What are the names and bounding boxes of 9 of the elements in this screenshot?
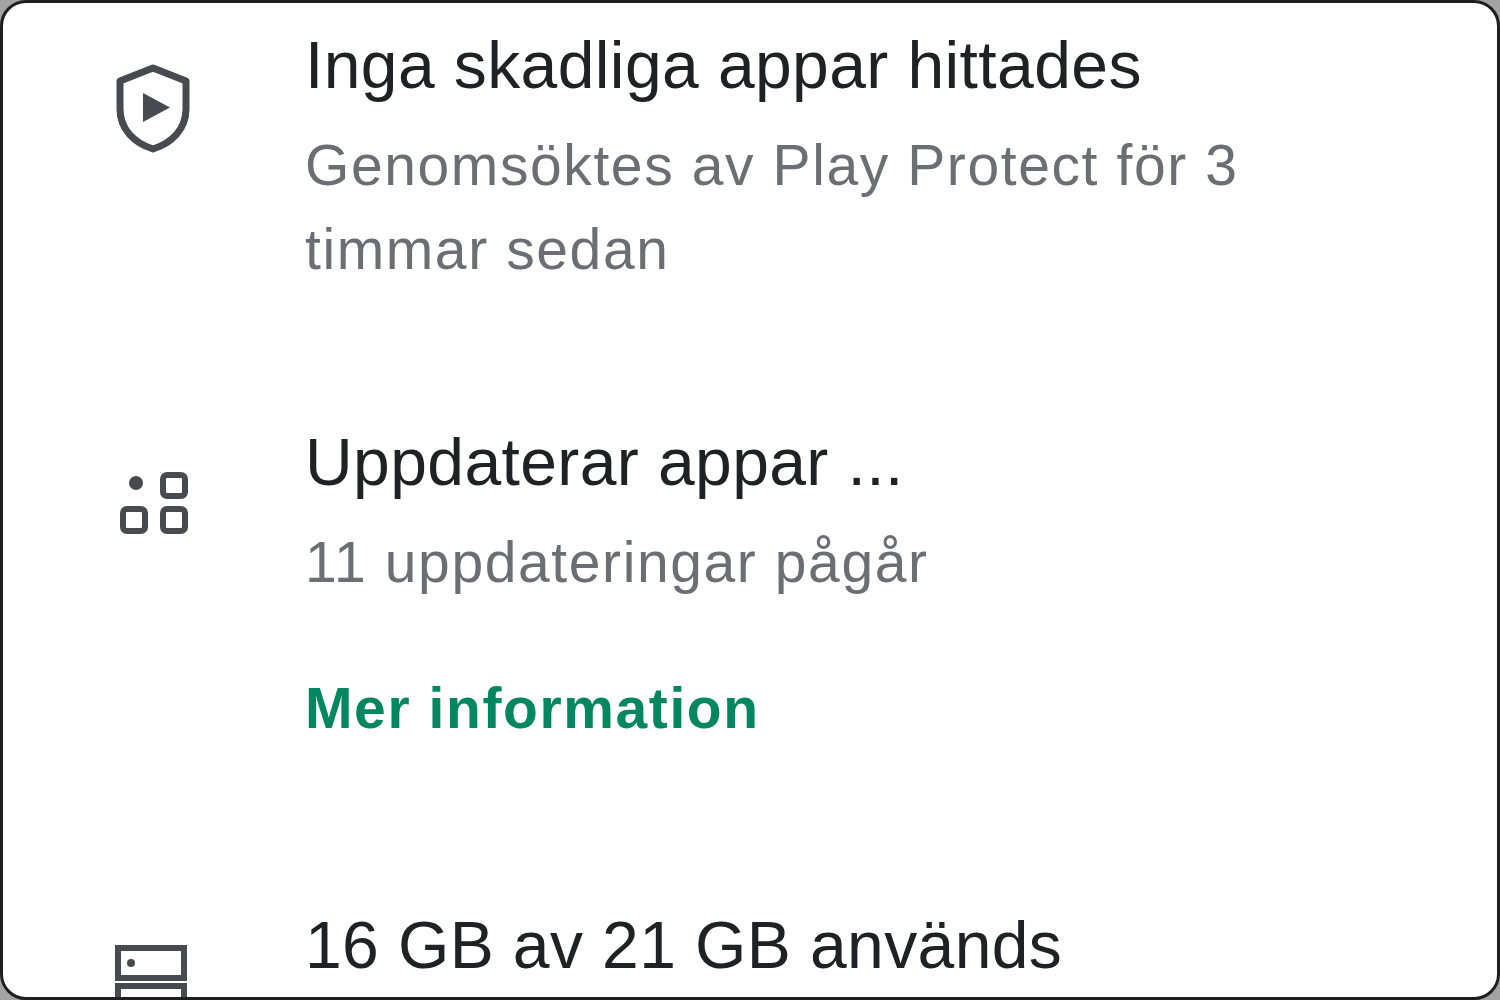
apps-grid-icon [120, 472, 188, 534]
storage-icon [115, 945, 187, 997]
shield-play-icon [115, 63, 191, 153]
row-title: Inga skadliga appar hittades [305, 27, 1142, 104]
row-subtitle: 11 uppdateringar pågår [305, 529, 929, 596]
row-title: Uppdaterar appar ... [305, 424, 904, 501]
more-info-link[interactable]: Mer information [305, 668, 760, 748]
row-subtitle: Genomsöktes av Play Protect för 3 timmar sedan [305, 132, 1240, 283]
row-title: 16 GB av 21 GB används [305, 907, 1063, 984]
